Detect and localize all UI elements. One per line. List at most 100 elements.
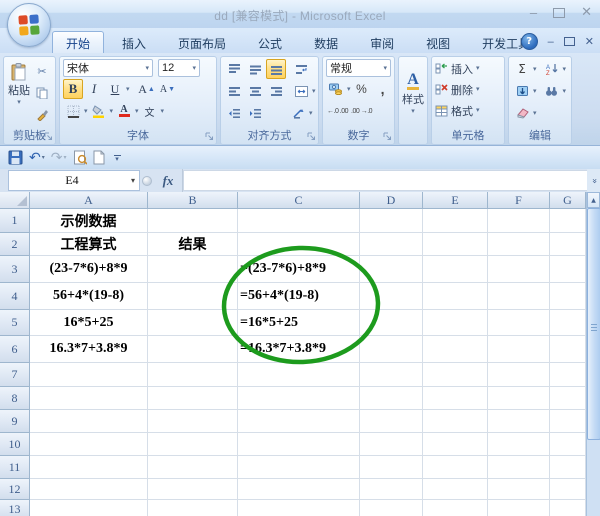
cell-G2[interactable] — [550, 233, 586, 256]
accounting-dropdown-icon[interactable]: ▾ — [347, 86, 351, 93]
cell-G13[interactable] — [550, 500, 586, 516]
cell-B2[interactable]: 结果 — [148, 233, 238, 256]
save-button[interactable] — [8, 150, 23, 165]
cell-D5[interactable] — [360, 310, 423, 336]
insert-function-button[interactable]: fx — [154, 169, 183, 192]
font-dialog-launcher[interactable] — [205, 132, 214, 141]
cell-B3[interactable] — [148, 256, 238, 283]
row-header-9[interactable]: 9 — [0, 410, 30, 433]
cell-G6[interactable] — [550, 336, 586, 363]
cell-G1[interactable] — [550, 209, 586, 233]
cell-A11[interactable] — [30, 456, 148, 479]
cell-F13[interactable] — [488, 500, 550, 516]
qat-customize-button[interactable]: ▾ — [111, 151, 124, 164]
tab-page-layout[interactable]: 页面布局 — [164, 31, 240, 53]
row-header-10[interactable]: 10 — [0, 433, 30, 456]
cell-B1[interactable] — [148, 209, 238, 233]
cell-A6[interactable]: 16.3*7+3.8*9 — [30, 336, 148, 363]
cell-E2[interactable] — [423, 233, 488, 256]
print-preview-button[interactable] — [73, 150, 87, 165]
row-header-8[interactable]: 8 — [0, 387, 30, 410]
shrink-font-button[interactable]: A ▼ — [158, 79, 178, 99]
cell-B8[interactable] — [148, 387, 238, 410]
cell-B6[interactable] — [148, 336, 238, 363]
border-dropdown-icon[interactable]: ▾ — [84, 108, 88, 115]
cell-E6[interactable] — [423, 336, 488, 363]
border-button[interactable] — [63, 101, 83, 121]
cell-G3[interactable] — [550, 256, 586, 283]
tab-formulas[interactable]: 公式 — [244, 31, 296, 53]
cell-E13[interactable] — [423, 500, 488, 516]
cell-G10[interactable] — [550, 433, 586, 456]
cell-G11[interactable] — [550, 456, 586, 479]
cell-D12[interactable] — [360, 479, 423, 500]
cell-E3[interactable] — [423, 256, 488, 283]
cell-F6[interactable] — [488, 336, 550, 363]
paste-button[interactable]: 粘贴 ▾ — [7, 59, 31, 129]
column-header-A[interactable]: A — [30, 192, 148, 209]
align-top-button[interactable] — [224, 59, 244, 79]
comma-button[interactable]: , — [373, 79, 393, 99]
align-center-button[interactable] — [245, 81, 265, 101]
cell-C8[interactable] — [238, 387, 360, 410]
cell-G4[interactable] — [550, 283, 586, 310]
column-header-F[interactable]: F — [488, 192, 550, 209]
vertical-scrollbar[interactable]: ▲ — [586, 192, 600, 516]
doc-close-button[interactable]: ✕ — [585, 35, 594, 48]
cell-F11[interactable] — [488, 456, 550, 479]
cell-G12[interactable] — [550, 479, 586, 500]
accounting-format-button[interactable] — [326, 79, 346, 99]
cell-G5[interactable] — [550, 310, 586, 336]
autosum-button[interactable]: Σ — [512, 59, 532, 79]
row-header-1[interactable]: 1 — [0, 209, 30, 233]
cell-E7[interactable] — [423, 363, 488, 387]
cell-A7[interactable] — [30, 363, 148, 387]
tab-home[interactable]: 开始 — [52, 31, 104, 53]
styles-button[interactable]: A 样式 ▾ — [399, 57, 427, 129]
row-header-13[interactable]: 13 — [0, 500, 30, 516]
increase-decimal-button[interactable]: ←.0 .00 — [326, 101, 349, 121]
wrap-text-button[interactable] — [291, 59, 311, 79]
cell-C5[interactable]: =16*5+25 — [238, 310, 360, 336]
cell-E1[interactable] — [423, 209, 488, 233]
alignment-dialog-launcher[interactable] — [307, 132, 316, 141]
underline-dropdown-icon[interactable]: ▾ — [126, 86, 130, 93]
cell-F1[interactable] — [488, 209, 550, 233]
sort-filter-button[interactable]: A Z — [542, 59, 562, 79]
merge-center-button[interactable] — [291, 81, 311, 101]
row-header-6[interactable]: 6 — [0, 336, 30, 363]
column-header-E[interactable]: E — [423, 192, 488, 209]
cell-A4[interactable]: 56+4*(19-8) — [30, 283, 148, 310]
orientation-button[interactable] — [288, 103, 308, 123]
cell-F5[interactable] — [488, 310, 550, 336]
cell-G7[interactable] — [550, 363, 586, 387]
cell-A10[interactable] — [30, 433, 148, 456]
cell-C1[interactable] — [238, 209, 360, 233]
font-size-combo[interactable]: 12 ▾ — [158, 59, 200, 77]
name-box[interactable]: E4 ▾ — [8, 170, 140, 191]
align-left-button[interactable] — [224, 81, 244, 101]
copy-button[interactable] — [32, 83, 52, 103]
office-button[interactable] — [7, 3, 51, 47]
cell-F4[interactable] — [488, 283, 550, 310]
cell-C4[interactable]: =56+4*(19-8) — [238, 283, 360, 310]
cell-C6[interactable]: =16.3*7+3.8*9 — [238, 336, 360, 363]
row-header-5[interactable]: 5 — [0, 310, 30, 336]
insert-cells-button[interactable]: 插入 ▾ — [435, 59, 501, 78]
number-format-combo[interactable]: 常规 ▾ — [326, 59, 391, 77]
cell-B9[interactable] — [148, 410, 238, 433]
cell-F12[interactable] — [488, 479, 550, 500]
cell-A9[interactable] — [30, 410, 148, 433]
undo-dropdown-icon[interactable]: ▾ — [42, 155, 45, 161]
underline-button[interactable]: U — [105, 79, 125, 99]
fill-color-button[interactable] — [89, 101, 109, 121]
increase-indent-button[interactable] — [245, 103, 265, 123]
cell-C13[interactable] — [238, 500, 360, 516]
cell-B4[interactable] — [148, 283, 238, 310]
column-header-G[interactable]: G — [550, 192, 586, 209]
new-document-button[interactable] — [93, 150, 105, 165]
bold-button[interactable]: B — [63, 79, 83, 99]
fill-color-dropdown-icon[interactable]: ▾ — [110, 108, 114, 115]
cell-B13[interactable] — [148, 500, 238, 516]
italic-button[interactable]: I — [84, 79, 104, 99]
